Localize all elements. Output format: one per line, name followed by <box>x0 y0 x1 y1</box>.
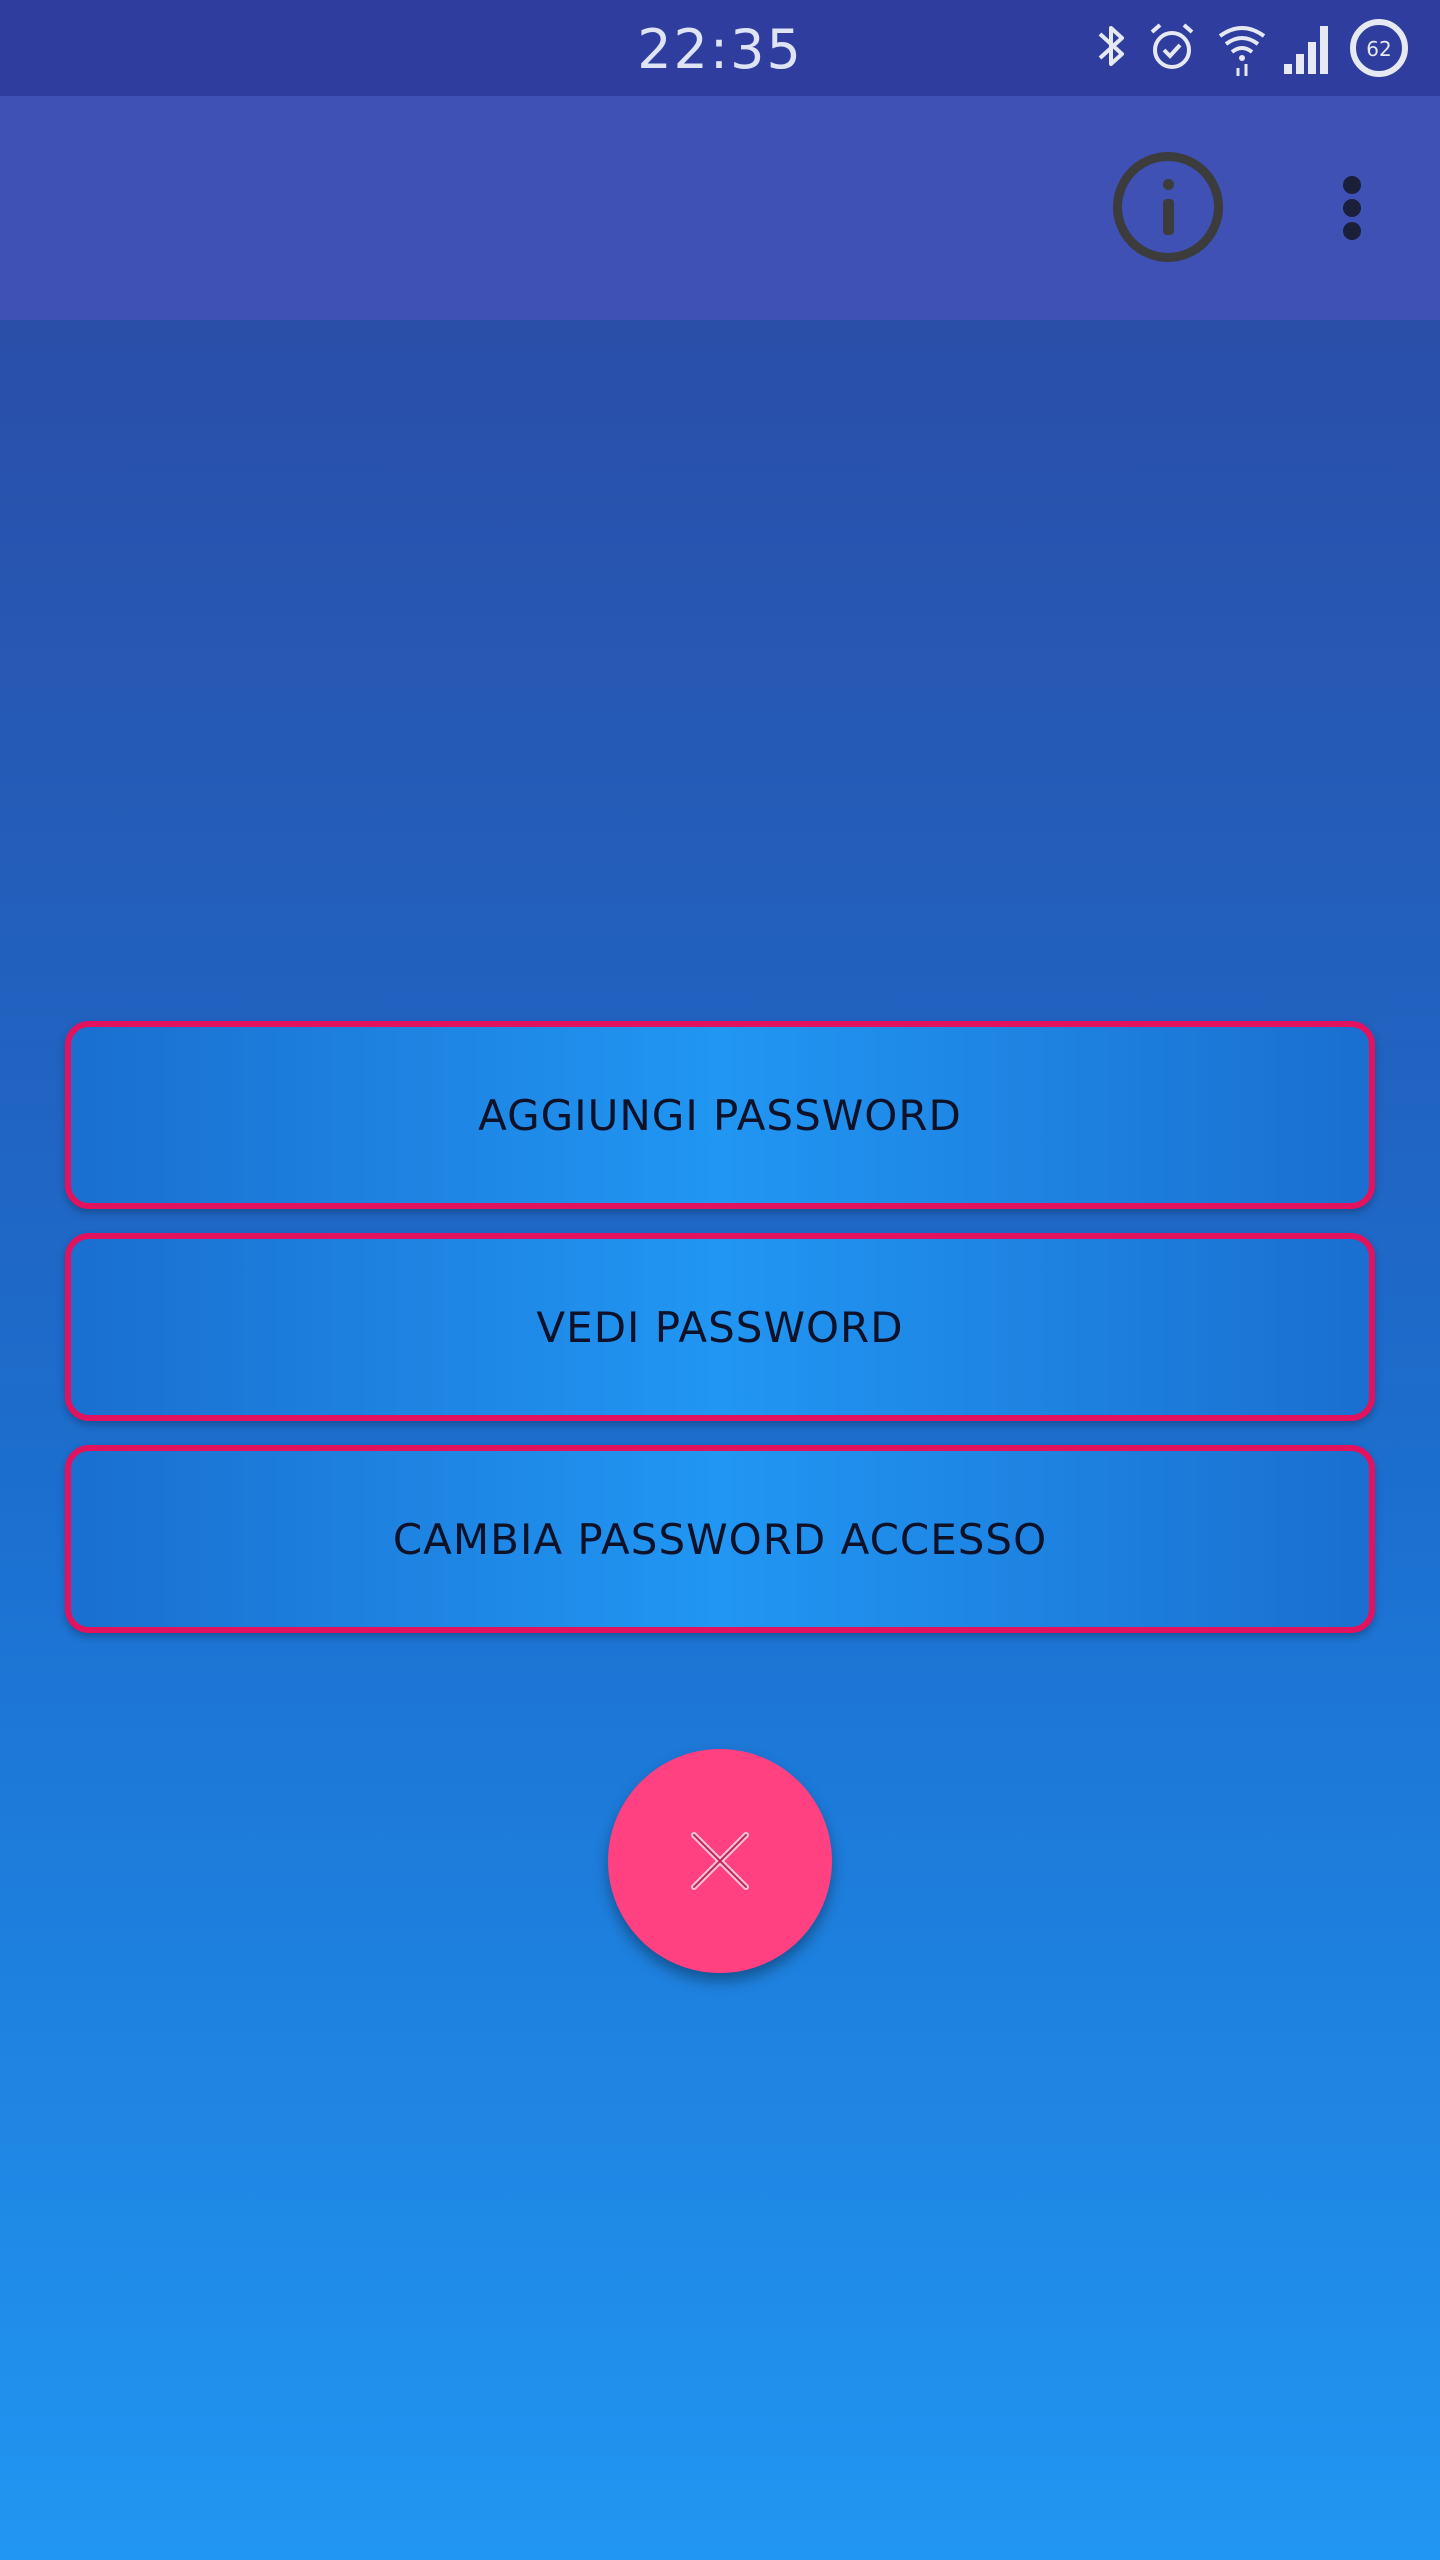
status-bar: 22:35 62 <box>0 0 1440 96</box>
change-access-password-button[interactable]: CAMBIA PASSWORD ACCESSO <box>65 1445 1375 1633</box>
toolbar <box>0 96 1440 320</box>
add-password-button[interactable]: AGGIUNGI PASSWORD <box>65 1021 1375 1209</box>
info-icon-dot <box>1163 179 1174 190</box>
bluetooth-icon <box>1092 18 1132 78</box>
change-access-password-label: CAMBIA PASSWORD ACCESSO <box>392 1514 1048 1564</box>
view-password-label: VEDI PASSWORD <box>536 1302 904 1352</box>
add-password-label: AGGIUNGI PASSWORD <box>478 1090 962 1140</box>
close-fab-button[interactable] <box>608 1749 832 1973</box>
alarm-icon <box>1146 18 1198 78</box>
overflow-dot <box>1343 176 1361 194</box>
signal-icon <box>1282 18 1332 78</box>
info-icon[interactable] <box>1113 152 1223 262</box>
overflow-dot <box>1343 222 1361 240</box>
info-icon-bar <box>1163 199 1174 235</box>
view-password-button[interactable]: VEDI PASSWORD <box>65 1233 1375 1421</box>
battery-icon: 62 <box>1348 16 1410 80</box>
wifi-icon <box>1216 18 1268 78</box>
close-icon <box>691 1832 749 1890</box>
battery-level: 62 <box>1366 37 1391 61</box>
overflow-dot <box>1343 199 1361 217</box>
overflow-menu-icon[interactable] <box>1322 170 1382 246</box>
